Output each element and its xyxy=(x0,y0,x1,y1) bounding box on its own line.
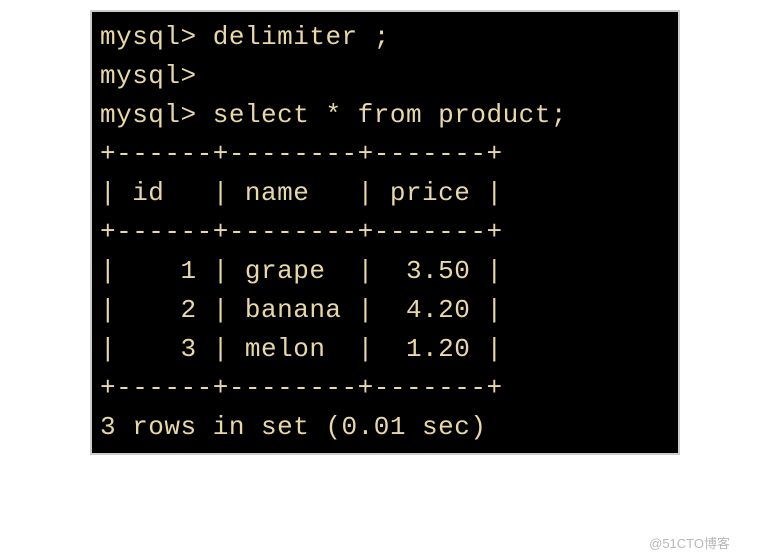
watermark-label: @51CTO博客 xyxy=(649,533,730,552)
table-border-bottom: +------+--------+-------+ xyxy=(100,369,670,408)
result-status: 3 rows in set (0.01 sec) xyxy=(100,408,670,447)
mysql-terminal[interactable]: mysql> delimiter ;mysql>mysql> select * … xyxy=(90,10,680,455)
command-delimiter: delimiter ; xyxy=(213,22,390,52)
prompt-line-1: mysql> delimiter ; xyxy=(100,18,670,57)
mysql-prompt: mysql> xyxy=(100,61,197,91)
table-border-top: +------+--------+-------+ xyxy=(100,135,670,174)
mysql-prompt: mysql> xyxy=(100,22,197,52)
mysql-prompt: mysql> xyxy=(100,100,197,130)
table-border-mid: +------+--------+-------+ xyxy=(100,213,670,252)
table-row: | 2 | banana | 4.20 | xyxy=(100,291,670,330)
prompt-line-3: mysql> select * from product; xyxy=(100,96,670,135)
table-row: | 3 | melon | 1.20 | xyxy=(100,330,670,369)
table-header-row: | id | name | price | xyxy=(100,174,670,213)
command-select: select * from product; xyxy=(213,100,567,130)
prompt-line-2: mysql> xyxy=(100,57,670,96)
table-row: | 1 | grape | 3.50 | xyxy=(100,252,670,291)
